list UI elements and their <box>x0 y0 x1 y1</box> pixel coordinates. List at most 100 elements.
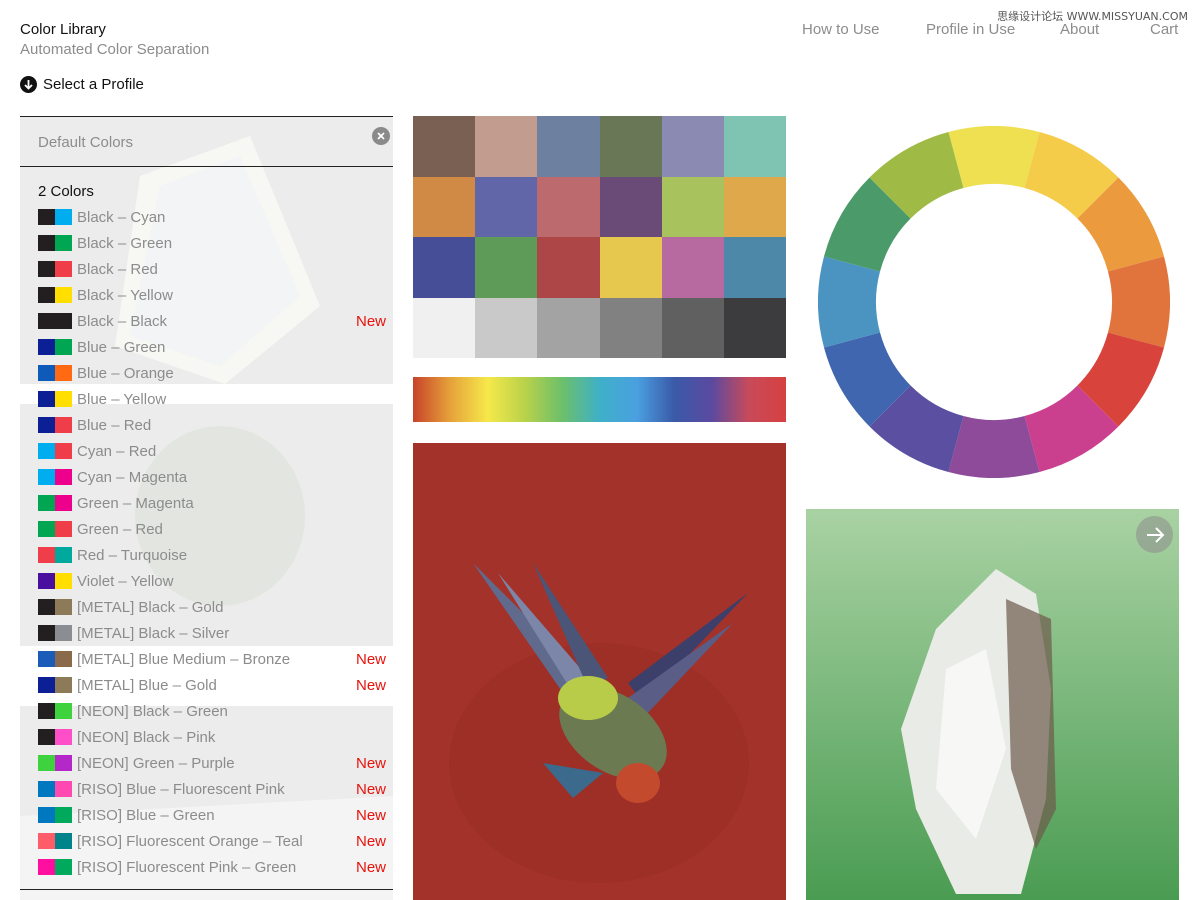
spectrum-gradient <box>413 377 786 422</box>
color-swatch <box>55 677 72 693</box>
profile-item[interactable]: Black – Red <box>38 256 386 282</box>
color-swatch <box>55 625 72 641</box>
profile-item[interactable]: Blue – Yellow <box>38 386 386 412</box>
color-swatch-pair <box>38 261 72 277</box>
profile-item-label: Black – Green <box>77 234 173 252</box>
arrow-right-icon[interactable] <box>1136 516 1173 553</box>
color-swatch <box>38 209 55 225</box>
color-swatch <box>55 261 72 277</box>
profile-item[interactable]: Cyan – Red <box>38 438 386 464</box>
color-swatch <box>38 599 55 615</box>
close-icon[interactable] <box>372 127 390 145</box>
color-grid-cell <box>599 297 662 358</box>
color-swatch <box>38 703 55 719</box>
color-swatch-pair <box>38 417 72 433</box>
profile-item[interactable]: [RISO] Blue – Fluorescent Pink New <box>38 776 386 802</box>
profile-item[interactable]: [METAL] Blue – Gold New <box>38 672 386 698</box>
color-swatch <box>55 781 72 797</box>
profile-item-label: [RISO] Fluorescent Orange – Teal <box>77 832 303 850</box>
color-grid-cell <box>723 297 786 358</box>
nav-how-to-use[interactable]: How to Use <box>802 21 880 38</box>
profile-item-label: [NEON] Black – Green <box>77 702 228 720</box>
color-swatch-pair <box>38 859 72 875</box>
profile-item[interactable]: [NEON] Green – Purple New <box>38 750 386 776</box>
color-swatch <box>55 833 72 849</box>
color-swatch <box>55 313 72 329</box>
profile-item[interactable]: Black – Green <box>38 230 386 256</box>
new-badge: New <box>355 858 386 876</box>
color-grid-cell <box>723 176 786 237</box>
profile-item[interactable]: Black – Yellow <box>38 282 386 308</box>
color-swatch-pair <box>38 391 72 407</box>
new-badge: New <box>355 832 386 850</box>
new-badge: New <box>355 780 386 798</box>
color-swatch <box>38 339 55 355</box>
color-swatch <box>38 313 55 329</box>
select-profile-button[interactable]: Select a Profile <box>20 76 144 93</box>
color-swatch <box>55 287 72 303</box>
profile-item-label: Red – Turquoise <box>77 546 188 564</box>
profile-item-label: Blue – Orange <box>77 364 174 382</box>
color-swatch <box>38 859 55 875</box>
profile-item-label: [METAL] Blue Medium – Bronze <box>77 650 291 668</box>
profile-item[interactable]: [RISO] Fluorescent Orange – Teal New <box>38 828 386 854</box>
new-badge: New <box>355 676 386 694</box>
profile-item[interactable]: [METAL] Black – Silver <box>38 620 386 646</box>
color-swatch <box>55 651 72 667</box>
color-swatch <box>55 469 72 485</box>
color-grid-cell <box>537 297 600 358</box>
color-swatch-pair <box>38 833 72 849</box>
profile-item[interactable]: Cyan – Magenta <box>38 464 386 490</box>
profile-item[interactable]: [METAL] Black – Gold <box>38 594 386 620</box>
color-grid-cell <box>475 297 538 358</box>
profile-item[interactable]: Green – Red <box>38 516 386 542</box>
color-wheel-segment <box>1107 256 1170 348</box>
arrow-down-circle-icon <box>20 76 37 93</box>
color-grid-cell <box>599 237 662 298</box>
color-swatch <box>38 469 55 485</box>
color-swatch <box>55 339 72 355</box>
profile-item[interactable]: Black – Black New <box>38 308 386 334</box>
color-swatch <box>38 261 55 277</box>
color-grid-cell <box>661 237 724 298</box>
color-grid-cell <box>413 297 476 358</box>
color-swatch <box>38 625 55 641</box>
profile-item[interactable]: Blue – Red <box>38 412 386 438</box>
profile-panel: Default Colors 2 Colors Black – Cyan Blac… <box>20 116 393 900</box>
color-grid-cell <box>599 116 662 177</box>
panel-header: Default Colors <box>20 116 393 167</box>
color-swatch <box>38 417 55 433</box>
profile-item-label: [RISO] Blue – Green <box>77 806 215 824</box>
color-grid-cell <box>723 116 786 177</box>
profile-item[interactable]: [NEON] Black – Green <box>38 698 386 724</box>
profile-item[interactable]: Violet – Yellow <box>38 568 386 594</box>
color-swatch <box>55 209 72 225</box>
panel-header-label: Default Colors <box>38 134 134 151</box>
profile-item[interactable]: [METAL] Blue Medium – Bronze New <box>38 646 386 672</box>
profile-item[interactable]: Black – Cyan <box>38 204 386 230</box>
profile-item[interactable]: Green – Magenta <box>38 490 386 516</box>
color-swatch <box>38 391 55 407</box>
profile-item[interactable]: [RISO] Blue – Green New <box>38 802 386 828</box>
color-swatch <box>38 521 55 537</box>
color-swatch <box>55 521 72 537</box>
profile-item-label: Black – Yellow <box>77 286 173 304</box>
profile-item[interactable]: [NEON] Black – Pink <box>38 724 386 750</box>
profile-item-label: [NEON] Green – Purple <box>77 754 235 772</box>
brand-title[interactable]: Color Library <box>20 21 106 38</box>
color-wheel-segment <box>948 126 1040 189</box>
profile-item-label: Cyan – Red <box>77 442 157 460</box>
profile-item-label: Blue – Yellow <box>77 390 167 408</box>
profile-item[interactable]: Red – Turquoise <box>38 542 386 568</box>
color-swatch <box>38 781 55 797</box>
profile-item[interactable]: Blue – Green <box>38 334 386 360</box>
profile-item-label: [METAL] Blue – Gold <box>77 676 217 694</box>
color-grid-cell <box>537 176 600 237</box>
profile-item[interactable]: Blue – Orange <box>38 360 386 386</box>
profile-item[interactable]: [RISO] Fluorescent Pink – Green New <box>38 854 386 880</box>
color-swatch-pair <box>38 755 72 771</box>
color-grid-cell <box>413 116 476 177</box>
color-wheel-segment <box>818 256 881 348</box>
color-swatch <box>38 287 55 303</box>
brand-subtitle: Automated Color Separation <box>20 41 210 58</box>
